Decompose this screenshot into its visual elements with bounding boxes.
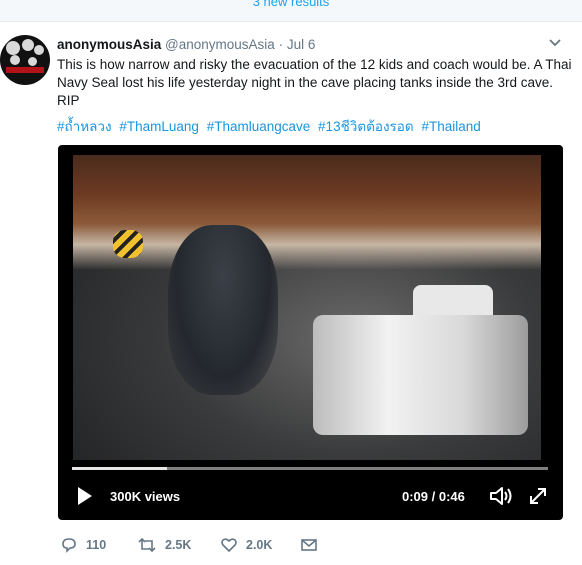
tweet[interactable]: anonymousAsia @anonymousAsia · Jul 6 Thi… (0, 22, 582, 565)
tweet-text: This is how narrow and risky the evacuat… (57, 57, 572, 108)
new-results-banner[interactable]: 3 new results (0, 0, 582, 22)
heart-icon (221, 538, 237, 552)
author-handle[interactable]: @anonymousAsia (165, 37, 275, 52)
hashtag[interactable]: #Thailand (421, 119, 480, 134)
retweet-icon (138, 537, 156, 553)
volume-icon[interactable] (488, 485, 514, 507)
tweet-time[interactable]: Jul 6 (287, 37, 316, 52)
hashtag[interactable]: #ThamLuang (119, 119, 199, 134)
like-button[interactable]: 2.0K (220, 534, 272, 556)
play-icon[interactable] (76, 485, 94, 507)
reply-button[interactable]: 110 (60, 534, 106, 556)
dm-button[interactable] (300, 534, 318, 556)
video-frame[interactable] (73, 155, 541, 460)
author-name[interactable]: anonymousAsia (57, 37, 161, 52)
hashtag-list: #ถ้ำหลวง #ThamLuang #Thamluangcave #13ชี… (57, 115, 485, 137)
avatar[interactable] (0, 35, 50, 85)
reply-count: 110 (86, 538, 107, 552)
video-progress-fill (72, 467, 168, 470)
video-progress-bar[interactable] (72, 467, 548, 470)
hashtag[interactable]: #Thamluangcave (207, 119, 311, 134)
video-time: 0:09 / 0:46 (402, 489, 465, 504)
tweet-header: anonymousAsia @anonymousAsia · Jul 6 (57, 37, 315, 52)
like-count: 2.0K (246, 538, 273, 552)
chevron-down-icon[interactable] (548, 38, 562, 48)
fullscreen-icon[interactable] (528, 486, 548, 506)
separator: · (278, 37, 284, 52)
retweet-button[interactable]: 2.5K (137, 534, 191, 556)
envelope-icon (301, 539, 317, 551)
tweet-actions: 110 2.5K 2.0K (57, 534, 357, 556)
new-results-label: 3 new results (252, 0, 330, 9)
retweet-count: 2.5K (165, 538, 192, 552)
hashtag[interactable]: #ถ้ำหลวง (57, 119, 112, 134)
video-player[interactable]: 300K views 0:09 / 0:46 (58, 145, 563, 520)
reply-icon (62, 538, 76, 553)
hashtag[interactable]: #13ชีวิตต้องรอด (318, 119, 414, 134)
video-views: 300K views (110, 489, 181, 504)
